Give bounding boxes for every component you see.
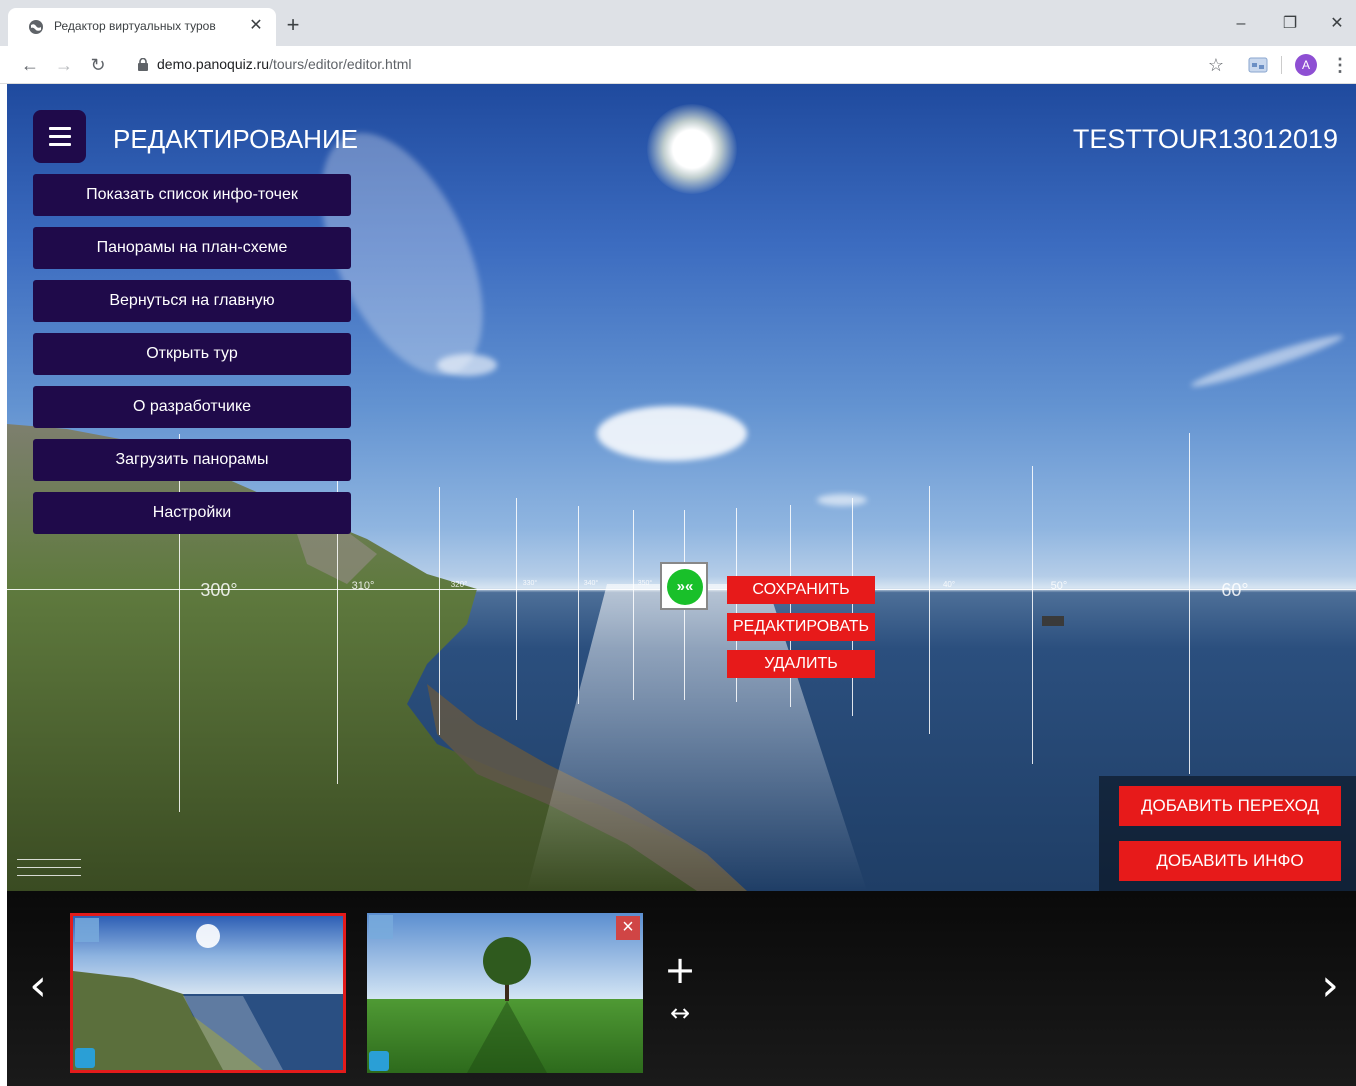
open-tour-button[interactable]: Открыть тур: [33, 333, 351, 375]
gear-icon[interactable]: [369, 1051, 389, 1071]
floorplan-panoramas-button[interactable]: Панорамы на план-схеме: [33, 227, 351, 269]
address-bar[interactable]: demo.panoquiz.ru/tours/editor/editor.htm…: [157, 56, 411, 72]
browser-tab[interactable]: Редактор виртуальных туров ✕: [8, 8, 276, 46]
add-info-button[interactable]: ДОБАВИТЬ ИНФО: [1119, 841, 1341, 881]
grid-line: [852, 498, 853, 716]
degree-label: 50°: [1050, 580, 1068, 592]
forward-arrow-icon[interactable]: →: [50, 51, 78, 79]
toolbar-separator: [1281, 56, 1282, 74]
extension-icon[interactable]: [1248, 56, 1268, 74]
edit-pencil-icon[interactable]: [369, 915, 393, 939]
lock-icon[interactable]: [137, 58, 149, 71]
globe-icon: [29, 20, 43, 34]
restore-button[interactable]: ❐: [1275, 10, 1305, 38]
panorama-strip: ‹ × + ↔ ›: [7, 891, 1356, 1086]
tab-title: Редактор виртуальных туров: [54, 19, 216, 33]
back-to-home-button[interactable]: Вернуться на главную: [33, 280, 351, 322]
hotspot-arrows-icon: »«: [667, 569, 703, 605]
reorder-arrows-icon[interactable]: ↔: [663, 1001, 697, 1025]
gear-icon[interactable]: [75, 1048, 95, 1068]
action-panel: ДОБАВИТЬ ПЕРЕХОД ДОБАВИТЬ ИНФО: [1099, 776, 1356, 891]
prev-arrow-icon[interactable]: ‹: [23, 961, 53, 1011]
grid-line: [1189, 433, 1190, 774]
panorama-view[interactable]: 300° 310° 320° 330° 340° 350° 40° 50° 60…: [7, 84, 1356, 891]
grid-line: [516, 498, 517, 720]
transition-hotspot[interactable]: »«: [660, 562, 708, 610]
collapse-strip-icon[interactable]: [17, 859, 81, 881]
mode-title: РЕДАКТИРОВАНИЕ: [113, 124, 358, 154]
settings-button[interactable]: Настройки: [33, 492, 351, 534]
edit-button[interactable]: РЕДАКТИРОВАТЬ: [727, 613, 875, 641]
grid-line: [439, 487, 440, 735]
panorama-thumbnail[interactable]: ×: [367, 913, 643, 1073]
degree-label: 350°: [637, 580, 653, 587]
hamburger-menu-icon[interactable]: [33, 110, 86, 163]
degree-label: 40°: [942, 580, 956, 589]
sea-coast-thumbnail-image: [73, 916, 343, 1070]
upload-panoramas-button[interactable]: Загрузить панорамы: [33, 439, 351, 481]
show-info-points-button[interactable]: Показать список инфо-точек: [33, 174, 351, 216]
delete-button[interactable]: УДАЛИТЬ: [727, 650, 875, 678]
delete-x-icon[interactable]: ×: [616, 916, 640, 940]
browser-menu-icon[interactable]: ⋮: [1330, 53, 1350, 77]
grid-line: [1032, 466, 1033, 764]
next-arrow-icon[interactable]: ›: [1315, 961, 1345, 1011]
panorama-thumbnail[interactable]: [70, 913, 346, 1073]
save-button[interactable]: СОХРАНИТЬ: [727, 576, 875, 604]
grid-line: [633, 510, 634, 700]
editor-viewport: 300° 310° 320° 330° 340° 350° 40° 50° 60…: [7, 84, 1356, 1086]
profile-avatar[interactable]: A: [1295, 54, 1317, 76]
edit-pencil-icon[interactable]: [75, 918, 99, 942]
reload-icon[interactable]: ↻: [84, 51, 112, 79]
url-path: /tours/editor/editor.html: [269, 56, 412, 72]
degree-label: 310°: [351, 580, 375, 592]
add-panorama-icon[interactable]: +: [663, 951, 697, 989]
grid-line: [179, 434, 180, 812]
grid-line: [929, 486, 930, 734]
grid-line: [578, 506, 579, 704]
close-window-button[interactable]: ✕: [1322, 10, 1352, 38]
minimize-button[interactable]: –: [1226, 10, 1256, 38]
degree-label: 320°: [450, 580, 468, 589]
degree-label: 340°: [583, 580, 599, 587]
tour-name: TESTTOUR13012019: [1072, 124, 1338, 154]
degree-label: 300°: [200, 580, 238, 600]
new-tab-button[interactable]: +: [280, 13, 306, 39]
browser-toolbar: ← → ↻ demo.panoquiz.ru/tours/editor/edit…: [0, 46, 1356, 84]
green-field-thumbnail-image: [367, 913, 643, 1073]
degree-label: 330°: [522, 580, 538, 587]
url-host: demo.panoquiz.ru: [157, 56, 270, 72]
back-arrow-icon[interactable]: ←: [16, 51, 44, 79]
degree-label: 60°: [1221, 580, 1249, 600]
add-transition-button[interactable]: ДОБАВИТЬ ПЕРЕХОД: [1119, 786, 1341, 826]
bookmark-star-icon[interactable]: ☆: [1204, 53, 1228, 77]
about-developer-button[interactable]: О разработчике: [33, 386, 351, 428]
browser-tabstrip: Редактор виртуальных туров ✕ + – ❐ ✕: [0, 0, 1356, 46]
tab-close-icon[interactable]: ✕: [244, 14, 268, 38]
